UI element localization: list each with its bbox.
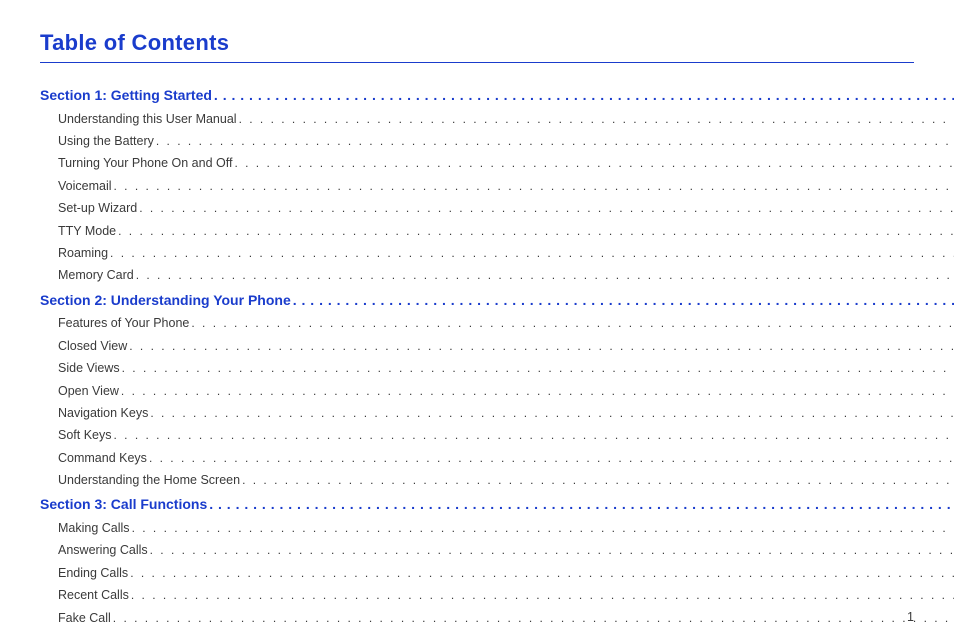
toc-entry-label: Understanding the Home Screen: [58, 471, 240, 490]
title-underline: [40, 62, 914, 63]
toc-leader-dots: . . . . . . . . . . . . . . . . . . . . …: [191, 314, 954, 333]
toc-entry-row[interactable]: Recent Calls . . . . . . . . . . . . . .…: [40, 586, 954, 605]
toc-section-row[interactable]: Section 2: Understanding Your Phone . . …: [40, 290, 954, 312]
toc-leader-dots: . . . . . . . . . . . . . . . . . . . . …: [110, 244, 954, 263]
toc-leader-dots: . . . . . . . . . . . . . . . . . . . . …: [214, 85, 954, 107]
toc-entry-row[interactable]: Answering Calls . . . . . . . . . . . . …: [40, 541, 954, 560]
page-number: 1: [907, 610, 914, 624]
toc-entry-row[interactable]: Roaming . . . . . . . . . . . . . . . . …: [40, 244, 954, 263]
toc-entry-label: Answering Calls: [58, 541, 148, 560]
toc-leader-dots: . . . . . . . . . . . . . . . . . . . . …: [136, 266, 954, 285]
toc-column-left: Section 1: Getting Started . . . . . . .…: [40, 81, 954, 631]
toc-entry-label: Set-up Wizard: [58, 199, 137, 218]
toc-entry-label: Turning Your Phone On and Off: [58, 154, 232, 173]
toc-entry-label: Navigation Keys: [58, 404, 148, 423]
toc-entry-row[interactable]: Ending Calls . . . . . . . . . . . . . .…: [40, 564, 954, 583]
toc-section-row[interactable]: Section 1: Getting Started . . . . . . .…: [40, 85, 954, 107]
toc-entry-label: Soft Keys: [58, 426, 112, 445]
toc-section-label: Section 2: Understanding Your Phone: [40, 290, 291, 312]
toc-leader-dots: . . . . . . . . . . . . . . . . . . . . …: [150, 541, 954, 560]
toc-entry-row[interactable]: Using the Battery . . . . . . . . . . . …: [40, 132, 954, 151]
toc-entry-label: Command Keys: [58, 449, 147, 468]
toc-entry-label: Features of Your Phone: [58, 314, 189, 333]
toc-leader-dots: . . . . . . . . . . . . . . . . . . . . …: [122, 359, 954, 378]
toc-entry-row[interactable]: Soft Keys . . . . . . . . . . . . . . . …: [40, 426, 954, 445]
toc-entry-row[interactable]: Turning Your Phone On and Off . . . . . …: [40, 154, 954, 173]
toc-leader-dots: . . . . . . . . . . . . . . . . . . . . …: [239, 110, 954, 129]
toc-leader-dots: . . . . . . . . . . . . . . . . . . . . …: [132, 519, 954, 538]
toc-entry-label: Side Views: [58, 359, 120, 378]
toc-entry-row[interactable]: Features of Your Phone . . . . . . . . .…: [40, 314, 954, 333]
toc-entry-label: Roaming: [58, 244, 108, 263]
toc-leader-dots: . . . . . . . . . . . . . . . . . . . . …: [113, 609, 954, 628]
toc-entry-label: Memory Card: [58, 266, 134, 285]
toc-entry-row[interactable]: Understanding the Home Screen . . . . . …: [40, 471, 954, 490]
toc-leader-dots: . . . . . . . . . . . . . . . . . . . . …: [121, 382, 954, 401]
toc-entry-label: TTY Mode: [58, 222, 116, 241]
toc-entry-row[interactable]: Open View . . . . . . . . . . . . . . . …: [40, 382, 954, 401]
toc-section-label: Section 3: Call Functions: [40, 494, 207, 516]
toc-leader-dots: . . . . . . . . . . . . . . . . . . . . …: [150, 404, 954, 423]
toc-entry-row[interactable]: Side Views . . . . . . . . . . . . . . .…: [40, 359, 954, 378]
toc-entry-label: Fake Call: [58, 609, 111, 628]
toc-leader-dots: . . . . . . . . . . . . . . . . . . . . …: [293, 290, 954, 312]
toc-entry-row[interactable]: Fake Call . . . . . . . . . . . . . . . …: [40, 609, 954, 628]
toc-entry-row[interactable]: Set-up Wizard . . . . . . . . . . . . . …: [40, 199, 954, 218]
toc-section-label: Section 1: Getting Started: [40, 85, 212, 107]
toc-entry-row[interactable]: Memory Card . . . . . . . . . . . . . . …: [40, 266, 954, 285]
toc-columns: Section 1: Getting Started . . . . . . .…: [40, 81, 914, 631]
toc-leader-dots: . . . . . . . . . . . . . . . . . . . . …: [234, 154, 954, 173]
toc-entry-label: Making Calls: [58, 519, 130, 538]
toc-entry-row[interactable]: Voicemail . . . . . . . . . . . . . . . …: [40, 177, 954, 196]
toc-entry-row[interactable]: TTY Mode . . . . . . . . . . . . . . . .…: [40, 222, 954, 241]
toc-leader-dots: . . . . . . . . . . . . . . . . . . . . …: [131, 586, 954, 605]
toc-entry-label: Understanding this User Manual: [58, 110, 237, 129]
toc-leader-dots: . . . . . . . . . . . . . . . . . . . . …: [156, 132, 954, 151]
toc-leader-dots: . . . . . . . . . . . . . . . . . . . . …: [114, 426, 954, 445]
toc-entry-row[interactable]: Making Calls . . . . . . . . . . . . . .…: [40, 519, 954, 538]
toc-entry-label: Closed View: [58, 337, 127, 356]
toc-entry-label: Using the Battery: [58, 132, 154, 151]
toc-section-row[interactable]: Section 3: Call Functions . . . . . . . …: [40, 494, 954, 516]
toc-leader-dots: . . . . . . . . . . . . . . . . . . . . …: [149, 449, 954, 468]
toc-entry-row[interactable]: Navigation Keys . . . . . . . . . . . . …: [40, 404, 954, 423]
toc-entry-label: Open View: [58, 382, 119, 401]
toc-leader-dots: . . . . . . . . . . . . . . . . . . . . …: [129, 337, 954, 356]
toc-leader-dots: . . . . . . . . . . . . . . . . . . . . …: [209, 494, 954, 516]
toc-entry-row[interactable]: Understanding this User Manual . . . . .…: [40, 110, 954, 129]
toc-leader-dots: . . . . . . . . . . . . . . . . . . . . …: [130, 564, 954, 583]
toc-title: Table of Contents: [40, 30, 914, 56]
toc-entry-label: Recent Calls: [58, 586, 129, 605]
toc-leader-dots: . . . . . . . . . . . . . . . . . . . . …: [118, 222, 954, 241]
toc-entry-row[interactable]: Closed View . . . . . . . . . . . . . . …: [40, 337, 954, 356]
toc-entry-label: Voicemail: [58, 177, 112, 196]
toc-entry-row[interactable]: Command Keys . . . . . . . . . . . . . .…: [40, 449, 954, 468]
toc-leader-dots: . . . . . . . . . . . . . . . . . . . . …: [242, 471, 954, 490]
toc-leader-dots: . . . . . . . . . . . . . . . . . . . . …: [114, 177, 954, 196]
toc-entry-label: Ending Calls: [58, 564, 128, 583]
toc-leader-dots: . . . . . . . . . . . . . . . . . . . . …: [139, 199, 954, 218]
